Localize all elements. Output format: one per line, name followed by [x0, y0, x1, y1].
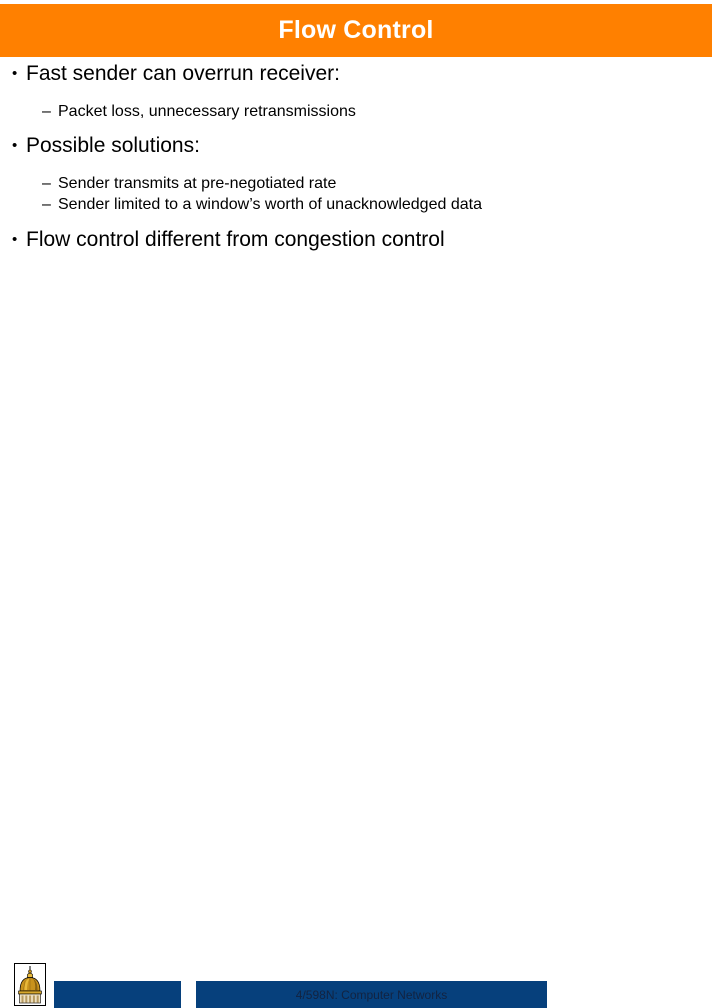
bullet-marker-dot: •: [12, 65, 18, 82]
bullet-text: Packet loss, unnecessary retransmissions: [58, 102, 356, 120]
bullet-level2: – Sender transmits at pre-negotiated rat…: [0, 174, 720, 193]
bullet-level1: • Flow control different from congestion…: [0, 228, 720, 253]
bullet-level1: • Fast sender can overrun receiver:: [0, 62, 720, 87]
bullet-text: Sender transmits at pre-negotiated rate: [58, 174, 337, 192]
bullet-text: Sender limited to a window’s worth of un…: [58, 195, 482, 213]
slide-canvas: Flow Control • Fast sender can overrun r…: [0, 0, 720, 1008]
bullet-marker-dot: •: [12, 136, 18, 154]
bullet-text: Fast sender can overrun receiver:: [26, 62, 340, 85]
slide-footer: 4/598N: Computer Networks: [0, 478, 720, 1008]
footer-bar-right: 4/598N: Computer Networks: [196, 981, 547, 1008]
bullet-marker-dash: –: [42, 195, 51, 213]
bullet-level1: • Possible solutions:: [0, 134, 720, 159]
bullet-marker-dash: –: [42, 174, 51, 192]
bullet-marker-dot: •: [12, 231, 18, 249]
bullet-text: Possible solutions:: [26, 133, 200, 157]
bullet-level2: – Sender limited to a window’s worth of …: [0, 195, 720, 214]
bullet-marker-dash: –: [42, 102, 51, 120]
slide-title-banner: Flow Control: [0, 4, 712, 57]
bullet-text: Flow control different from congestion c…: [26, 228, 445, 252]
golden-dome-logo-icon: [14, 963, 46, 1006]
footer-bar-left: [54, 981, 181, 1008]
bullet-level2: – Packet loss, unnecessary retransmissio…: [0, 102, 720, 121]
slide-body: • Fast sender can overrun receiver: – Pa…: [0, 62, 720, 255]
slide-title: Flow Control: [278, 16, 434, 44]
footer-course-label: 4/598N: Computer Networks: [295, 987, 448, 1002]
